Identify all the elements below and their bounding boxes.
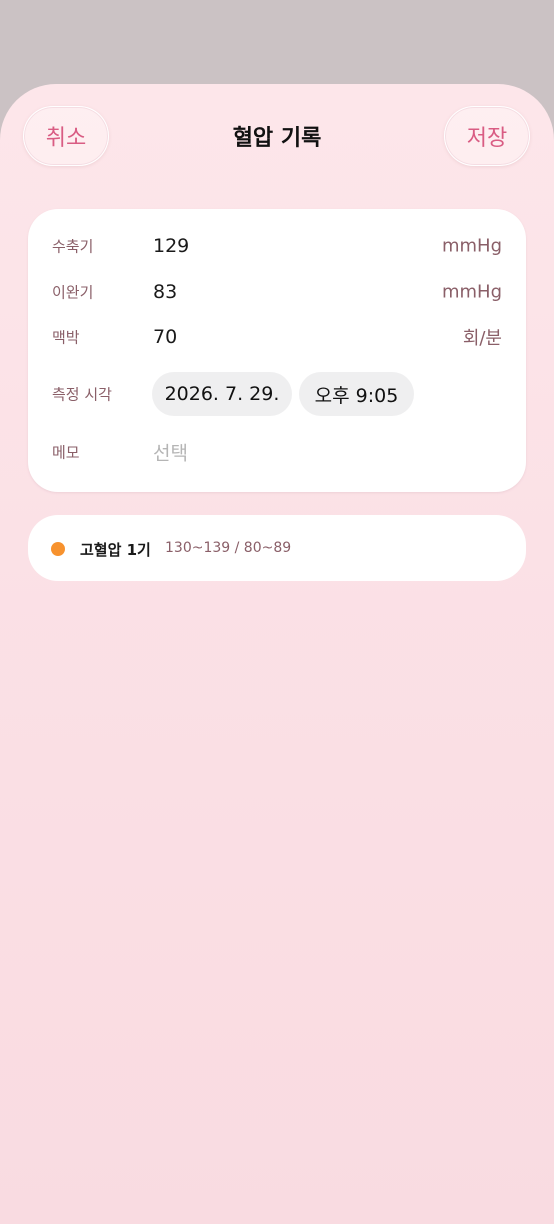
time-picker-button[interactable]: 오후 9:05	[299, 372, 414, 416]
category-range: 130~139 / 80~89	[165, 540, 292, 556]
diastolic-label: 이완기	[52, 283, 94, 302]
category-status-dot	[51, 542, 65, 556]
pulse-label: 맥박	[52, 328, 80, 347]
bp-category-card: 고혈압 1기 130~139 / 80~89	[28, 515, 526, 581]
measured-at-label: 측정 시각	[52, 385, 112, 404]
pulse-unit: 회/분	[462, 328, 502, 349]
category-name: 고혈압 1기	[80, 541, 151, 559]
systolic-unit: mmHg	[441, 235, 502, 257]
memo-input[interactable]: 선택	[153, 439, 188, 466]
pulse-row[interactable]: 맥박 70 회/분	[28, 322, 526, 352]
measured-at-row: 측정 시각 2026. 7. 29. 오후 9:05	[28, 372, 526, 416]
record-sheet: 취소 혈압 기록 저장 수축기 129 mmHg 이완기 83 mmHg 맥박 …	[0, 84, 554, 1224]
diastolic-unit: mmHg	[441, 281, 502, 303]
sheet-header: 취소 혈압 기록 저장	[0, 84, 554, 194]
systolic-input[interactable]: 129	[153, 235, 189, 257]
diastolic-row[interactable]: 이완기 83 mmHg	[28, 277, 526, 307]
date-picker-button[interactable]: 2026. 7. 29.	[152, 372, 292, 416]
memo-label: 메모	[52, 443, 80, 462]
diastolic-input[interactable]: 83	[153, 281, 177, 303]
measurement-form-card: 수축기 129 mmHg 이완기 83 mmHg 맥박 70 회/분 측정 시각…	[28, 209, 526, 492]
systolic-label: 수축기	[52, 237, 94, 256]
systolic-row[interactable]: 수축기 129 mmHg	[28, 231, 526, 261]
save-button[interactable]: 저장	[444, 106, 530, 166]
pulse-input[interactable]: 70	[153, 326, 177, 348]
memo-row[interactable]: 메모 선택	[28, 437, 526, 467]
